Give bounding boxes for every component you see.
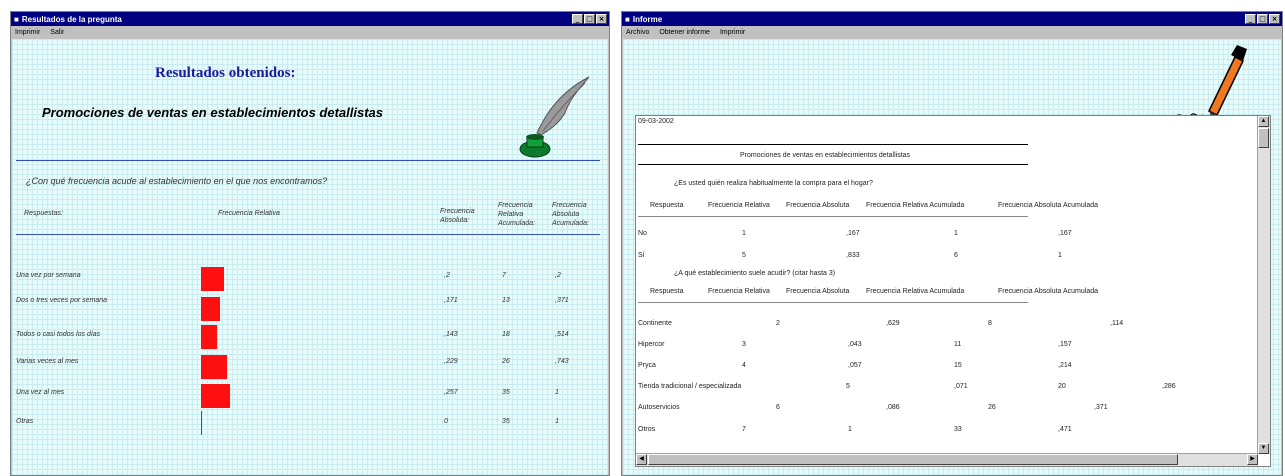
- window-icon: ■: [625, 14, 630, 24]
- scroll-left-icon[interactable]: ◀: [636, 454, 647, 465]
- freq-bar: [201, 355, 227, 379]
- menu-archivo[interactable]: Archivo: [626, 29, 649, 36]
- freq-bar: [201, 267, 224, 291]
- report-rule: [638, 144, 1028, 145]
- window-icon: ■: [14, 14, 19, 24]
- col-frec-rel-acum: Frecuencia Relativa Acumulada:: [498, 202, 535, 227]
- row-rel-acum: 18: [502, 331, 510, 338]
- close-button[interactable]: ×: [596, 14, 607, 24]
- q2-header: Frecuencia Relativa: [708, 288, 770, 295]
- page-subtitle: Promociones de ventas en establecimiento…: [42, 105, 384, 120]
- report-rule: [638, 302, 1028, 303]
- row-rel-acum: 35: [502, 389, 510, 396]
- scroll-thumb[interactable]: [1258, 128, 1269, 148]
- q2-header: Respuesta: [650, 288, 684, 295]
- scroll-thumb[interactable]: [648, 454, 1178, 465]
- results-window-titlebar[interactable]: ■ Resultados de la pregunta _ □ ×: [11, 12, 609, 26]
- q1-header: Frecuencia Absoluta: [786, 202, 850, 209]
- q1-header: Respuesta: [650, 202, 684, 209]
- row-abs-acum: ,743: [555, 358, 569, 365]
- menu-imprimir[interactable]: Imprimir: [15, 29, 40, 36]
- row-rel-acum: 35: [502, 418, 510, 425]
- row-abs: ,143: [444, 331, 458, 338]
- row-abs-acum: 1: [555, 389, 559, 396]
- row-rel-acum: 13: [502, 297, 510, 304]
- row-abs: ,229: [444, 358, 458, 365]
- row-abs: ,171: [444, 297, 458, 304]
- report-rule: [638, 164, 1028, 165]
- col-frec-relativa: Frecuencia Relativa: [218, 210, 280, 217]
- row-label: Todos o casi todos los días: [16, 331, 101, 338]
- report-rule: [638, 216, 1028, 217]
- menu-imprimir[interactable]: Imprimir: [720, 29, 745, 36]
- pen-icon: [1174, 45, 1247, 121]
- report-window-title: Informe: [632, 14, 663, 24]
- report-page: 09-03-2002 Promociones de ventas en esta…: [635, 115, 1271, 467]
- menu-salir[interactable]: Salir: [50, 29, 64, 36]
- report-vertical-scrollbar[interactable]: ▲ ▼: [1257, 116, 1270, 454]
- row-label: Dos o tres veces por semana: [16, 297, 108, 304]
- row-abs: 0: [444, 418, 448, 425]
- results-window: ■ Resultados de la pregunta _ □ × Imprim…: [10, 11, 610, 476]
- menu-obtener-informe[interactable]: Obtener informe: [659, 29, 710, 36]
- row-abs: ,257: [444, 389, 458, 396]
- report-window: ■ Informe _ □ × Archivo Obtener informe …: [621, 11, 1283, 476]
- header-divider: [16, 160, 600, 161]
- row-label: Una vez al mes: [16, 389, 65, 396]
- report-horizontal-scrollbar[interactable]: ◀ ▶: [636, 453, 1258, 466]
- minimize-button[interactable]: _: [572, 14, 583, 24]
- row-abs-acum: 1: [555, 418, 559, 425]
- results-canvas: Resultados obtenidos: Promociones de ven…: [12, 39, 608, 475]
- columns-divider: [16, 234, 600, 235]
- q1-header: Frecuencia Relativa Acumulada: [866, 202, 965, 209]
- report-menubar: Archivo Obtener informe Imprimir: [622, 26, 1282, 39]
- quill-inkwell-icon: [519, 76, 590, 158]
- row-rel-acum: 7: [502, 272, 506, 279]
- q1-header: Frecuencia Absoluta Acumulada: [998, 202, 1099, 209]
- row-abs-acum: ,2: [555, 272, 561, 279]
- scroll-right-icon[interactable]: ▶: [1247, 454, 1258, 465]
- row-abs-acum: ,371: [555, 297, 569, 304]
- report-title: Promociones de ventas en establecimiento…: [740, 152, 911, 159]
- col-frec-absoluta: Frecuencia Absoluta:: [440, 208, 475, 224]
- freq-bar: [201, 384, 230, 408]
- report-canvas: 09-03-2002 Promociones de ventas en esta…: [623, 39, 1281, 475]
- scroll-up-icon[interactable]: ▲: [1258, 116, 1269, 127]
- page-title: Resultados obtenidos:: [155, 65, 296, 81]
- freq-bar: [201, 325, 217, 349]
- col-frec-abs-acum: Frecuencia Absoluta Acumulada:: [552, 202, 589, 227]
- freq-bar: [201, 297, 220, 321]
- row-rel-acum: 26: [502, 358, 510, 365]
- scroll-down-icon[interactable]: ▼: [1258, 443, 1269, 454]
- maximize-button[interactable]: □: [1257, 14, 1268, 24]
- q1-header: Frecuencia Relativa: [708, 202, 770, 209]
- report-window-titlebar[interactable]: ■ Informe _ □ ×: [622, 12, 1282, 26]
- row-label: Varias veces al mes: [16, 358, 79, 365]
- results-window-title: Resultados de la pregunta: [21, 14, 122, 24]
- row-label: Una vez por semana: [16, 272, 81, 279]
- col-respuestas: Respuestas:: [24, 210, 63, 217]
- row-label: Otras: [16, 418, 34, 425]
- minimize-button[interactable]: _: [1245, 14, 1256, 24]
- zero-bar-line: [201, 411, 202, 435]
- results-menubar: Imprimir Salir: [11, 26, 609, 39]
- q2-question: ¿A qué establecimiento suele acudir? (ci…: [674, 270, 836, 277]
- q2-header: Frecuencia Absoluta Acumulada: [998, 288, 1099, 295]
- report-date: 09-03-2002: [638, 118, 674, 125]
- q2-header: Frecuencia Absoluta: [786, 288, 850, 295]
- maximize-button[interactable]: □: [584, 14, 595, 24]
- row-abs: ,2: [444, 272, 450, 279]
- q2-header: Frecuencia Relativa Acumulada: [866, 288, 965, 295]
- row-abs-acum: ,514: [555, 331, 569, 338]
- question-text: ¿Con qué frecuencia acude al establecimi…: [26, 176, 328, 186]
- close-button[interactable]: ×: [1269, 14, 1280, 24]
- q1-question: ¿Es usted quién realiza habitualmente la…: [674, 180, 873, 187]
